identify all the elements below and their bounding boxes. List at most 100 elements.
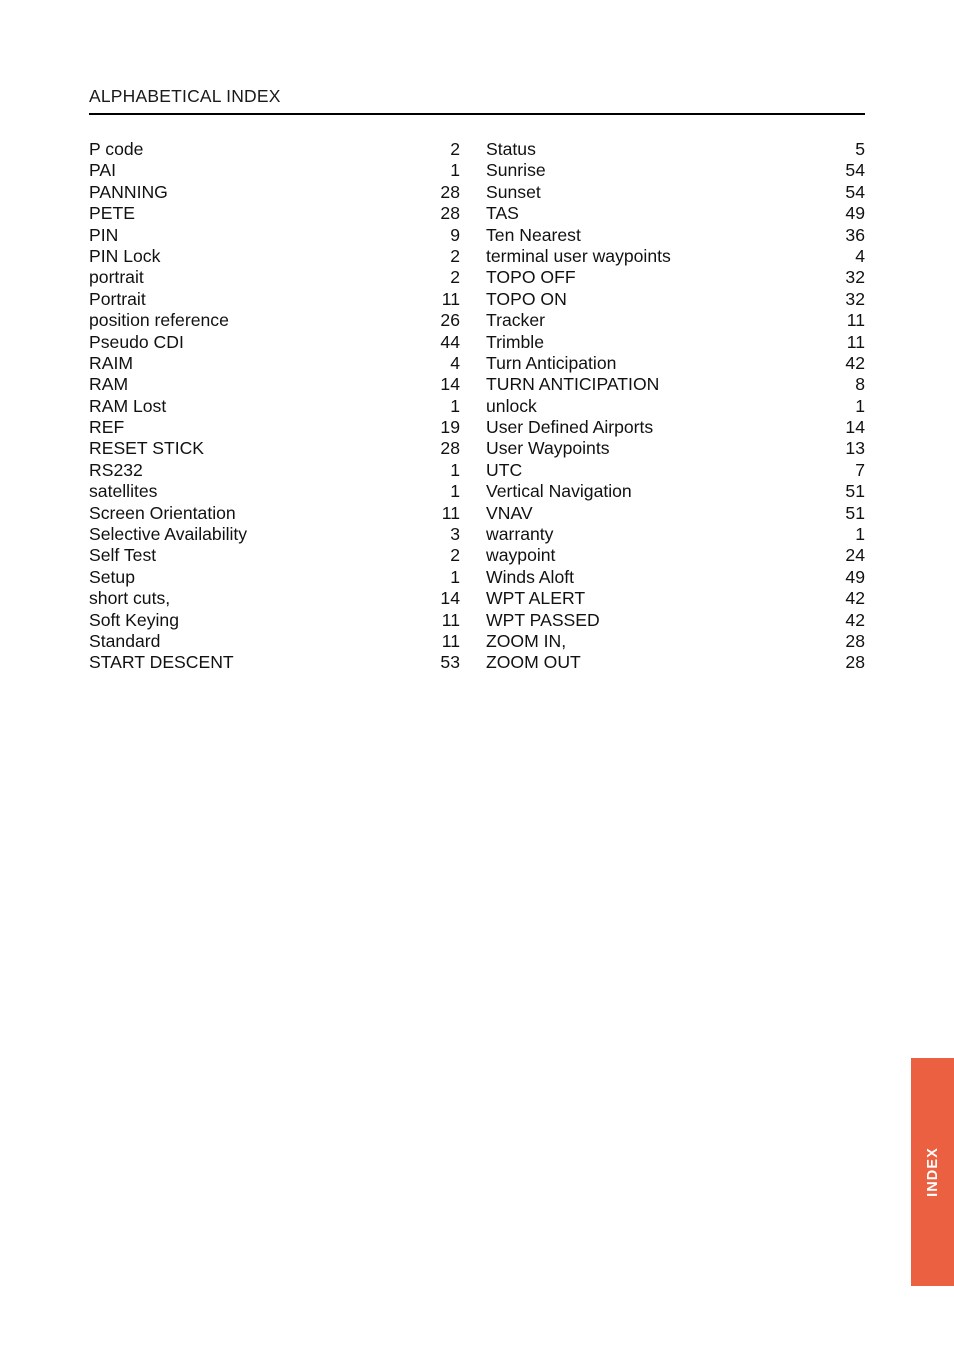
- index-entry: PIN 9: [89, 225, 468, 246]
- index-entry-term: PETE: [89, 203, 135, 224]
- index-entry-page-number: 11: [846, 331, 865, 352]
- index-page: ALPHABETICAL INDEX P code 2 PAI 1 PANNING 28 P…: [0, 0, 954, 1351]
- index-entry: WPT PASSED 42: [486, 610, 865, 631]
- index-entry: TOPO ON 32: [486, 289, 865, 310]
- index-entry: RS232 1: [89, 460, 468, 481]
- index-entry-term: WPT PASSED: [486, 609, 600, 630]
- index-entry-page-number: 49: [845, 566, 865, 587]
- index-entry: portrait 2: [89, 267, 468, 288]
- index-entry-term: RESET STICK: [89, 438, 205, 459]
- index-entry-page-number: 28: [440, 203, 460, 224]
- index-entry: warranty 1: [486, 524, 865, 545]
- index-entry: PAI 1: [89, 160, 468, 181]
- index-entry: ZOOM IN, 28: [486, 631, 865, 652]
- index-entry-page-number: 54: [845, 160, 865, 181]
- index-entry-term: TAS: [486, 203, 519, 224]
- index-entry-page-number: 13: [845, 438, 865, 459]
- index-entry: Portrait 11: [89, 289, 468, 310]
- index-entry: Standard 11: [89, 631, 468, 652]
- index-entry-page-number: 42: [845, 352, 865, 373]
- index-entry-page-number: 28: [845, 630, 865, 651]
- index-entry-page-number: 24: [845, 545, 865, 566]
- index-entry: Vertical Navigation 51: [486, 481, 865, 502]
- index-entry-page-number: 4: [855, 245, 865, 266]
- index-entry-term: terminal user waypoints: [486, 245, 671, 266]
- index-entry-term: position reference: [89, 310, 229, 331]
- index-entry-term: VNAV: [486, 502, 533, 523]
- index-entry: RAM 14: [89, 374, 468, 395]
- index-entry-page-number: 2: [450, 245, 460, 266]
- index-entry-page-number: 36: [845, 224, 865, 245]
- index-entry-term: satellites: [89, 481, 158, 502]
- index-entry-term: Vertical Navigation: [486, 481, 632, 502]
- index-entry-page-number: 2: [450, 267, 460, 288]
- index-entry-term: ZOOM IN,: [486, 630, 567, 651]
- index-entry-page-number: 51: [845, 481, 865, 502]
- index-entry-page-number: 19: [440, 417, 460, 438]
- index-entry-term: RS232: [89, 459, 143, 480]
- index-entry-page-number: 1: [450, 481, 460, 502]
- index-entry-term: RAM Lost: [89, 395, 167, 416]
- index-entry: short cuts, 14: [89, 588, 468, 609]
- index-entry-term: START DESCENT: [89, 652, 234, 673]
- index-entry: PETE 28: [89, 203, 468, 224]
- index-entry-page-number: 1: [450, 459, 460, 480]
- index-entry-term: User Defined Airports: [486, 417, 654, 438]
- index-entry: START DESCENT 53: [89, 652, 468, 673]
- index-entry-term: WPT ALERT: [486, 588, 586, 609]
- index-entry-term: short cuts,: [89, 588, 171, 609]
- index-entry: Setup 1: [89, 567, 468, 588]
- index-entry: TOPO OFF 32: [486, 267, 865, 288]
- index-entry-term: PIN: [89, 224, 119, 245]
- index-entry-term: P code: [89, 139, 144, 159]
- index-entry: Ten Nearest 36: [486, 225, 865, 246]
- index-entry-term: Trimble: [486, 331, 544, 352]
- index-entry: User Defined Airports 14: [486, 417, 865, 438]
- index-entry: Self Test 2: [89, 545, 468, 566]
- index-entry-term: Standard: [89, 630, 161, 651]
- index-entry-page-number: 44: [440, 331, 460, 352]
- index-entry-page-number: 11: [441, 288, 460, 309]
- index-entry-page-number: 32: [845, 267, 865, 288]
- index-entry-term: Sunrise: [486, 160, 546, 181]
- index-entry: terminal user waypoints 4: [486, 246, 865, 267]
- index-entry: waypoint 24: [486, 545, 865, 566]
- index-entry-term: PANNING: [89, 181, 168, 202]
- side-index-tab-label: INDEX: [924, 1147, 941, 1197]
- index-entry-term: User Waypoints: [486, 438, 610, 459]
- index-entry: VNAV 51: [486, 503, 865, 524]
- index-entry-page-number: 9: [450, 224, 460, 245]
- index-entry-term: PIN Lock: [89, 245, 161, 266]
- index-entry: WPT ALERT 42: [486, 588, 865, 609]
- index-entry-term: warranty: [486, 524, 554, 545]
- index-entry-term: TOPO OFF: [486, 267, 576, 288]
- index-entry-page-number: 28: [440, 438, 460, 459]
- index-entry-page-number: 11: [441, 609, 460, 630]
- index-entry: position reference 26: [89, 310, 468, 331]
- index-entry: Pseudo CDI 44: [89, 332, 468, 353]
- index-entry: P code 2: [89, 139, 468, 160]
- index-entry-page-number: 14: [440, 588, 460, 609]
- index-entry-term: Screen Orientation: [89, 502, 236, 523]
- page-header: ALPHABETICAL INDEX: [89, 86, 865, 107]
- index-entry-term: ZOOM OUT: [486, 652, 581, 673]
- index-entry: UTC 7: [486, 460, 865, 481]
- index-entry-term: Selective Availability: [89, 524, 248, 545]
- index-entry-page-number: 28: [845, 652, 865, 673]
- side-index-tab: INDEX: [911, 1058, 954, 1286]
- index-entry: RAIM 4: [89, 353, 468, 374]
- index-entry-page-number: 14: [845, 417, 865, 438]
- index-entry: Screen Orientation 11: [89, 503, 468, 524]
- header-divider: [89, 113, 865, 115]
- index-entry: RESET STICK 28: [89, 438, 468, 459]
- index-entry-page-number: 42: [845, 588, 865, 609]
- index-entry-term: REF: [89, 417, 125, 438]
- index-entry-page-number: 49: [845, 203, 865, 224]
- index-entry-page-number: 11: [846, 310, 865, 331]
- index-entry-page-number: 42: [845, 609, 865, 630]
- index-entry-page-number: 7: [855, 459, 865, 480]
- index-entry-term: RAM: [89, 374, 129, 395]
- index-entry: Sunrise 54: [486, 160, 865, 181]
- index-column-left: P code 2 PAI 1 PANNING 28 PETE 28 PIN 9 PIN Lock 2 p…: [89, 139, 468, 674]
- index-entry: TURN ANTICIPATION 8: [486, 374, 865, 395]
